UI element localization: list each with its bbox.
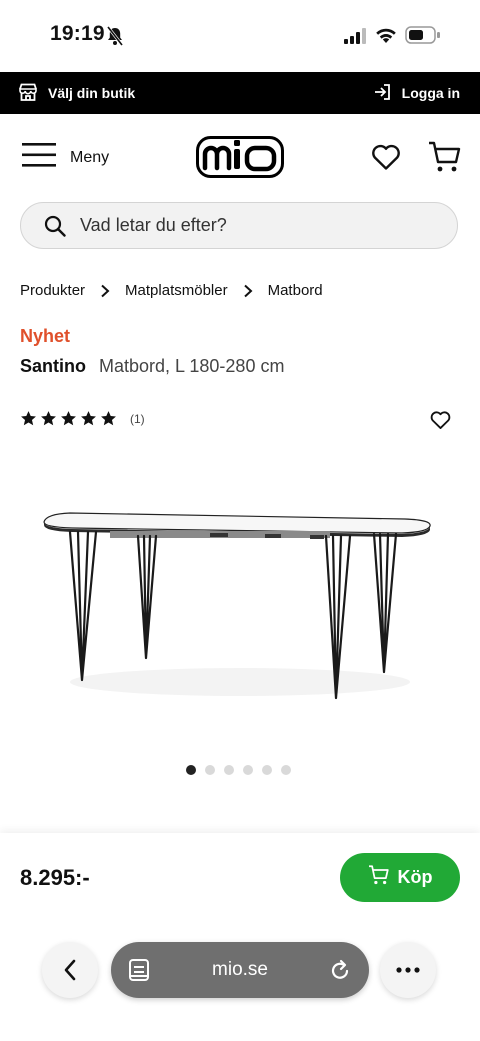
rating-stars [20, 410, 117, 427]
star-icon [101, 411, 116, 426]
chevron-right-icon [99, 284, 111, 298]
new-badge: Nyhet [20, 326, 71, 346]
search-icon [44, 215, 66, 237]
buy-button-label: Köp [397, 867, 433, 887]
image-carousel-dots [186, 765, 291, 775]
product-price: 8.295:- [20, 865, 90, 890]
wifi-icon [375, 26, 397, 49]
login-label: Logga in [401, 85, 460, 101]
buy-button[interactable]: Köp [340, 853, 460, 902]
menu-button[interactable]: Meny [22, 142, 109, 173]
buy-bar: 8.295:- Köp [0, 833, 480, 1041]
product-image[interactable] [30, 470, 450, 730]
chevron-right-icon [242, 284, 254, 298]
status-bar: 19:19 [0, 0, 480, 72]
store-icon [18, 83, 38, 104]
carousel-dot[interactable] [243, 765, 253, 775]
carousel-dot[interactable] [205, 765, 215, 775]
menu-label: Meny [70, 148, 110, 166]
rating-count: (1) [130, 411, 145, 426]
product-title: Santino Matbord, L 180-280 cm [20, 356, 284, 377]
hamburger-icon [22, 142, 56, 173]
silent-bell-icon [106, 26, 124, 51]
cellular-signal-icon [344, 28, 368, 49]
choose-store-label: Välj din butik [48, 85, 136, 101]
favorites-heart-icon[interactable] [371, 143, 401, 176]
carousel-dot[interactable] [281, 765, 291, 775]
breadcrumb-item-matplatsmobler[interactable]: Matplatsmöbler [125, 282, 228, 299]
address-bar[interactable]: mio.se [111, 942, 369, 998]
mio-logo[interactable] [196, 136, 284, 183]
search-bar[interactable]: Vad letar du efter? [20, 202, 458, 249]
carousel-dot[interactable] [224, 765, 234, 775]
carousel-dot[interactable] [262, 765, 272, 775]
status-time: 19:19 [50, 22, 105, 45]
search-placeholder: Vad letar du efter? [80, 215, 227, 235]
product-rating[interactable]: (1) [20, 410, 145, 427]
login-button[interactable]: Logga in [374, 72, 460, 114]
carousel-dot[interactable] [186, 765, 196, 775]
battery-icon [405, 26, 441, 49]
add-to-wishlist-heart-icon[interactable] [430, 410, 451, 435]
browser-more-button[interactable] [380, 942, 436, 998]
star-icon [61, 411, 76, 426]
site-header: Meny [0, 114, 480, 202]
login-icon [374, 83, 392, 104]
breadcrumb-item-produkter[interactable]: Produkter [20, 282, 85, 299]
star-icon [81, 411, 96, 426]
more-icon [396, 967, 420, 973]
product-description: Matbord, L 180-280 cm [99, 356, 285, 376]
choose-store-button[interactable]: Välj din butik [18, 72, 135, 114]
cart-icon [368, 865, 390, 890]
breadcrumb: Produkter Matplatsmöbler Matbord [20, 282, 323, 299]
product-brand: Santino [20, 356, 86, 376]
browser-back-button[interactable] [42, 942, 98, 998]
chevron-left-icon [64, 959, 76, 981]
store-login-bar: Välj din butik Logga in [0, 72, 480, 114]
star-icon [21, 411, 36, 426]
cart-icon[interactable] [428, 141, 462, 178]
breadcrumb-item-matbord[interactable]: Matbord [268, 282, 323, 299]
star-icon [41, 411, 56, 426]
reload-icon[interactable] [329, 958, 351, 987]
